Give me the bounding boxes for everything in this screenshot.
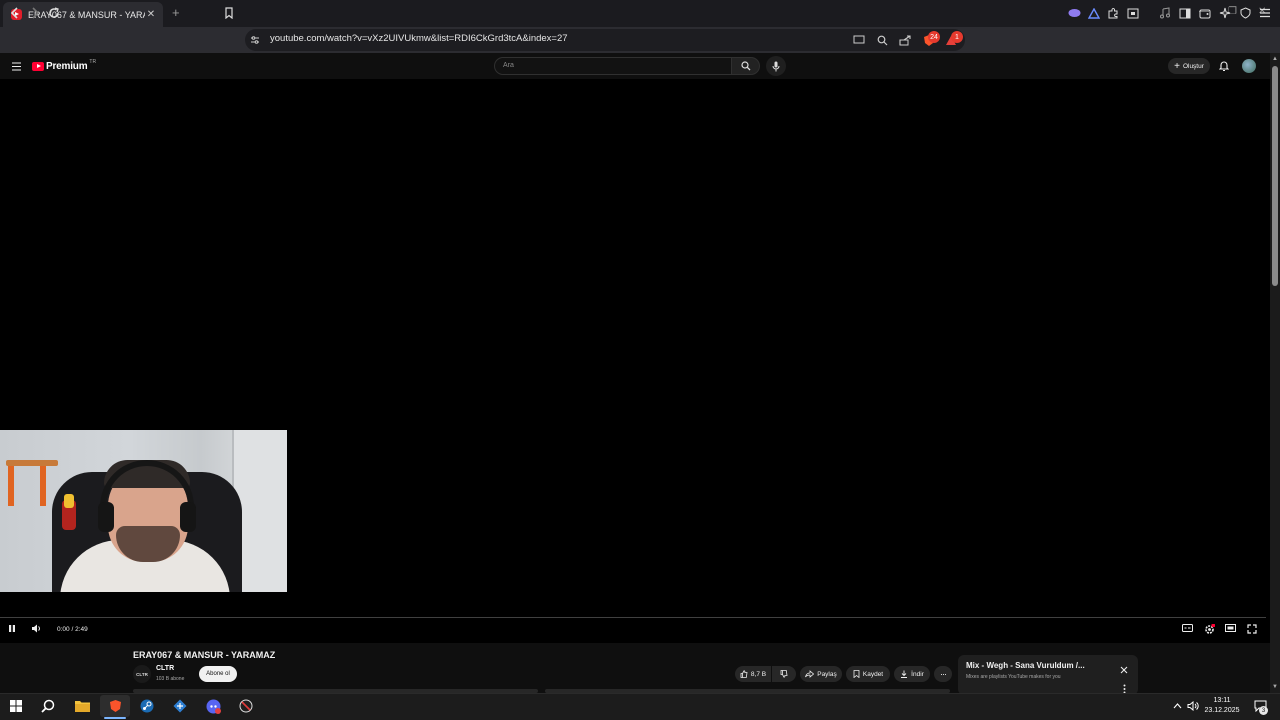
thumbs-up-icon [740, 670, 748, 678]
active-app-indicator [104, 717, 126, 719]
plus-icon: + [1174, 60, 1180, 72]
download-button[interactable]: İndir [894, 666, 930, 682]
extension-triangle-icon[interactable] [1086, 5, 1102, 21]
game-app-icon[interactable] [237, 697, 255, 715]
site-settings-icon[interactable] [247, 32, 263, 48]
theater-mode-button[interactable] [1225, 624, 1236, 632]
pause-icon [9, 625, 15, 632]
bookmark-icon[interactable] [221, 5, 237, 21]
logo-country: TR [89, 58, 97, 65]
video-title: ERAY067 & MANSUR - YARAMAZ [133, 650, 276, 660]
share-arrow-icon [805, 670, 815, 678]
more-actions-button[interactable]: ··· [934, 666, 952, 682]
rewards-badge: 1 [951, 31, 963, 43]
fullscreen-icon [1247, 624, 1257, 634]
like-count: 8,7 B [750, 670, 767, 678]
dislike-button[interactable] [772, 666, 796, 682]
zoom-icon[interactable] [874, 32, 890, 48]
forward-icon[interactable] [27, 5, 43, 21]
cast-icon[interactable] [851, 32, 867, 48]
new-tab-icon[interactable]: + [172, 5, 180, 20]
search-input[interactable]: Ara [494, 57, 732, 75]
back-icon[interactable] [7, 5, 23, 21]
webcam-overlay-image [0, 430, 287, 592]
clock-time: 13:11 [1213, 697, 1231, 704]
guide-menu-icon[interactable] [8, 58, 24, 74]
volume-icon [32, 624, 40, 633]
reload-icon[interactable] [46, 5, 62, 21]
system-clock[interactable]: 13:11 23.12.2025 [1198, 696, 1246, 716]
file-explorer-icon[interactable] [73, 697, 91, 715]
search-button[interactable] [732, 57, 760, 75]
subtitles-button[interactable] [1182, 624, 1193, 632]
create-label: Oluştur [1182, 62, 1204, 70]
save-label: Kaydet [862, 670, 884, 678]
scroll-up-arrow-icon[interactable]: ▲ [1270, 54, 1280, 64]
sidebar-icon[interactable] [1177, 5, 1193, 21]
close-mix-icon[interactable] [1116, 662, 1132, 678]
channel-avatar[interactable]: CLTR [133, 665, 151, 683]
windows-taskbar [0, 693, 1280, 720]
settings-button[interactable] [1204, 624, 1215, 635]
extensions-puzzle-icon[interactable] [1105, 5, 1121, 21]
vpn-shield-icon[interactable] [1237, 5, 1253, 21]
youtube-logo-icon [32, 62, 44, 71]
share-button[interactable]: Paylaş [800, 666, 842, 682]
discord-icon[interactable] [204, 697, 222, 715]
account-avatar[interactable] [1242, 59, 1256, 73]
share-icon[interactable] [897, 32, 913, 48]
search-placeholder: Ara [503, 62, 514, 69]
search-icon [740, 61, 750, 71]
channel-name[interactable]: CLTR [156, 665, 174, 672]
play-pause-button[interactable] [8, 624, 16, 633]
microphone-icon [772, 61, 780, 71]
steam-icon[interactable] [138, 697, 156, 715]
network-app-icon[interactable] [171, 697, 189, 715]
share-label: Paylaş [817, 670, 837, 678]
download-label: İndir [911, 670, 924, 678]
theater-mode-icon [1225, 624, 1236, 632]
start-windows-icon[interactable] [7, 697, 25, 715]
progress-bar[interactable] [0, 617, 1266, 618]
save-button[interactable]: Kaydet [846, 666, 890, 682]
save-bookmark-icon [853, 670, 860, 678]
subscribe-button[interactable]: Abone ol [199, 666, 237, 682]
tab-capture-icon[interactable] [1125, 5, 1141, 21]
media-control-icon[interactable] [1157, 5, 1173, 21]
main-menu-icon[interactable] [1257, 5, 1273, 21]
clock-date: 23.12.2025 [1204, 707, 1240, 714]
taskbar-search-icon[interactable] [39, 697, 57, 715]
scroll-down-arrow-icon[interactable]: ▼ [1270, 682, 1280, 692]
wallet-icon[interactable] [1197, 5, 1213, 21]
scrollbar-thumb[interactable] [1272, 66, 1278, 286]
gear-icon [1205, 624, 1215, 634]
mix-subtitle: Mixes are playlists YouTube makes for yo… [966, 674, 1061, 680]
logo-text: Premium [46, 61, 88, 72]
extension-leo-icon[interactable] [1066, 5, 1082, 21]
subtitles-icon [1182, 624, 1193, 632]
close-tab-icon[interactable]: ✕ [145, 9, 157, 20]
notification-count-badge: 3 [1259, 706, 1268, 715]
volume-button[interactable] [31, 624, 42, 633]
mix-title[interactable]: Mix - Wegh - Sana Vuruldum /... [966, 661, 1085, 670]
brave-taskbar-app[interactable] [100, 695, 130, 717]
shields-count-badge: 24 [928, 31, 940, 43]
youtube-premium-logo[interactable]: Premium TR [32, 58, 97, 72]
subscriber-count: 103 B abone [156, 676, 185, 682]
url-text: youtube.com/watch?v=vXz2UIVUkmw&list=RDI… [270, 33, 568, 44]
more-horizontal-icon: ··· [940, 669, 947, 679]
like-button[interactable]: 8,7 B [735, 666, 771, 682]
time-display: 0:00 / 2:49 [57, 626, 88, 633]
brave-browser-icon [109, 700, 121, 712]
thumbs-down-icon [780, 670, 788, 678]
fullscreen-button[interactable] [1247, 624, 1257, 634]
leo-ai-icon[interactable] [1217, 5, 1233, 21]
download-icon [901, 670, 908, 678]
create-button[interactable]: + Oluştur [1168, 58, 1210, 74]
notifications-bell-icon[interactable] [1216, 58, 1232, 74]
voice-search-button[interactable] [766, 56, 786, 76]
